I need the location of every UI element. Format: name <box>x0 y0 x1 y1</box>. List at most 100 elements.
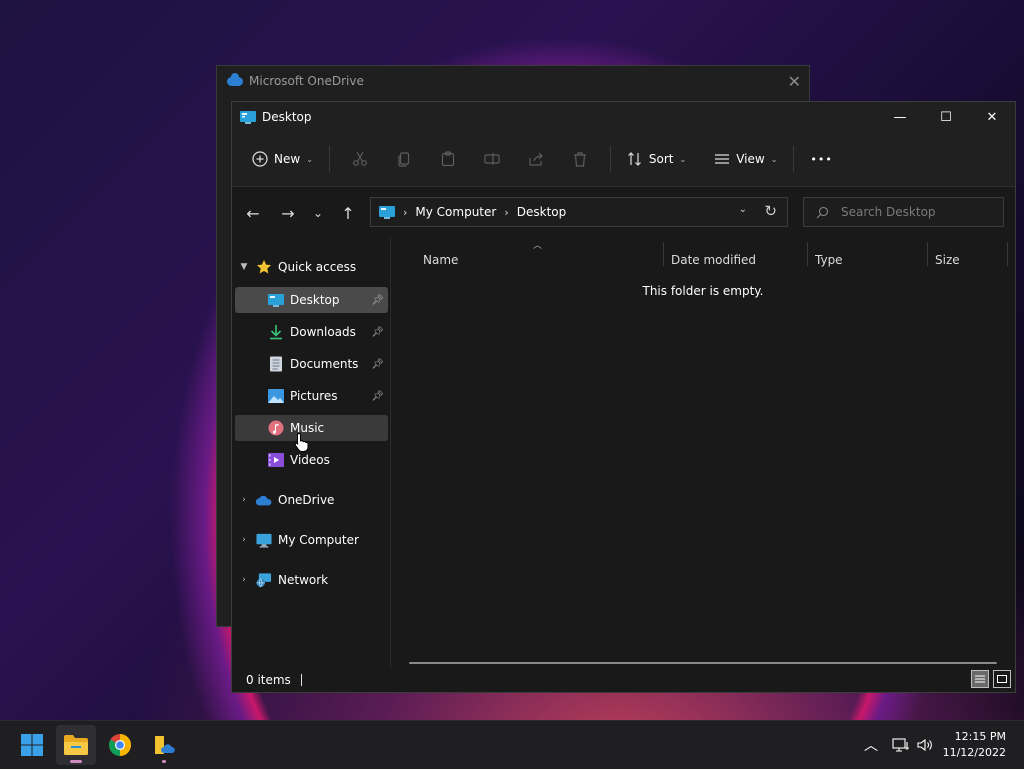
item-count: 0 items <box>246 673 291 687</box>
show-hidden-icons-button[interactable]: ︿ <box>864 721 878 769</box>
paste-icon[interactable] <box>433 143 463 175</box>
chevron-right-icon[interactable]: › <box>232 575 256 585</box>
chevron-right-icon[interactable]: › <box>232 495 256 505</box>
pin-icon[interactable]: 📌︎ <box>371 327 384 338</box>
share-icon[interactable] <box>521 143 551 175</box>
sidebar-item-label: Documents <box>290 357 359 371</box>
taskbar-onedrive-folder[interactable] <box>144 725 184 765</box>
copy-icon[interactable] <box>389 143 419 175</box>
window-titlebar: Desktop — ☐ ✕ <box>232 102 1015 132</box>
sidebar-item-label: Pictures <box>290 389 338 403</box>
sidebar-item-onedrive[interactable]: › OneDrive <box>232 487 388 513</box>
sidebar-item-pictures[interactable]: Pictures 📌︎ <box>235 383 388 409</box>
toolbar-divider <box>609 146 611 172</box>
network-status-button[interactable] <box>892 721 910 769</box>
up-button[interactable]: ↑ <box>333 198 363 228</box>
desktop-folder-icon <box>379 205 395 219</box>
sidebar-item-my-computer[interactable]: › My Computer <box>232 527 388 553</box>
file-explorer-window: Desktop — ☐ ✕ New ⌄ Sort ⌄ View ⌄ ••• ← … <box>231 101 1016 693</box>
horizontal-scrollbar[interactable] <box>409 662 997 664</box>
chevron-right-icon[interactable]: › <box>232 535 256 545</box>
chevron-down-icon[interactable]: ▼ <box>232 262 256 272</box>
star-icon <box>256 259 272 275</box>
address-dropdown-icon[interactable]: ⌄ <box>739 204 747 215</box>
new-button-label: New <box>274 152 301 166</box>
sidebar-item-desktop[interactable]: Desktop 📌︎ <box>235 287 388 313</box>
address-bar[interactable]: › My Computer › Desktop ⌄ ↻ <box>370 197 788 227</box>
large-icons-view-icon[interactable] <box>993 670 1011 688</box>
onedrive-close-button[interactable]: ✕ <box>788 72 801 91</box>
sidebar-item-label: My Computer <box>278 533 359 547</box>
videos-icon <box>268 452 284 468</box>
status-divider <box>300 674 302 686</box>
chrome-icon <box>109 734 131 756</box>
column-header-type[interactable]: Type <box>807 248 927 272</box>
start-button[interactable] <box>12 725 52 765</box>
pin-icon[interactable]: 📌︎ <box>371 359 384 370</box>
window-controls: — ☐ ✕ <box>877 102 1015 132</box>
desktop-folder-icon <box>240 110 256 124</box>
delete-icon[interactable] <box>565 143 595 175</box>
pin-icon[interactable]: 📌︎ <box>371 391 384 402</box>
taskbar-clock[interactable]: 12:15 PM 11/12/2022 <box>943 729 1006 761</box>
view-lines-icon <box>715 154 730 164</box>
close-button[interactable]: ✕ <box>969 102 1015 132</box>
running-app-indicator <box>162 760 166 763</box>
pictures-icon <box>268 388 284 404</box>
sort-button[interactable]: Sort ⌄ <box>619 143 694 175</box>
onedrive-icon <box>256 492 272 508</box>
recent-locations-button[interactable]: ⌄ <box>303 198 333 228</box>
rename-icon[interactable] <box>477 143 507 175</box>
taskbar-file-explorer[interactable] <box>56 725 96 765</box>
navigation-pane[interactable]: ▼ Quick access Desktop 📌︎ Downloads 📌︎ D… <box>232 238 391 668</box>
window-title: Desktop <box>262 110 312 124</box>
forward-button[interactable]: → <box>273 198 303 228</box>
command-bar: New ⌄ Sort ⌄ View ⌄ ••• <box>232 132 1015 187</box>
clock-date: 11/12/2022 <box>942 746 1006 759</box>
back-button[interactable]: ← <box>238 198 268 228</box>
chevron-down-icon: ⌄ <box>770 154 778 164</box>
sidebar-item-downloads[interactable]: Downloads 📌︎ <box>235 319 388 345</box>
breadcrumb-desktop[interactable]: Desktop <box>517 205 567 219</box>
column-divider[interactable] <box>1007 242 1008 266</box>
sidebar-item-label: Desktop <box>290 293 340 307</box>
taskbar: ︿ 12:15 PM 11/12/2022 <box>0 720 1024 769</box>
column-header-date-modified[interactable]: Date modified <box>663 248 807 272</box>
sidebar-item-label: Network <box>278 573 329 587</box>
search-box[interactable] <box>803 197 1004 227</box>
sidebar-item-music[interactable]: Music <box>235 415 388 441</box>
layout-switcher <box>971 670 1011 688</box>
breadcrumb-my-computer[interactable]: My Computer <box>415 205 496 219</box>
refresh-icon[interactable]: ↻ <box>764 202 777 220</box>
documents-icon <box>268 356 284 372</box>
sidebar-item-label: Quick access <box>278 260 357 274</box>
sidebar-item-label: OneDrive <box>278 493 335 507</box>
file-list-pane[interactable]: ︿ Name Date modified Type Size This fold… <box>391 238 1015 668</box>
minimize-button[interactable]: — <box>877 102 923 132</box>
volume-icon <box>917 738 932 752</box>
sidebar-item-quick-access[interactable]: ▼ Quick access <box>232 254 388 280</box>
cut-icon[interactable] <box>345 143 375 175</box>
column-header-name[interactable]: Name <box>415 248 663 272</box>
search-input[interactable] <box>839 204 993 220</box>
hand-cursor-icon <box>294 432 310 457</box>
onedrive-folder-icon <box>155 736 175 754</box>
chevron-down-icon: ⌄ <box>679 154 687 164</box>
column-header-size[interactable]: Size <box>927 248 1007 272</box>
sidebar-item-documents[interactable]: Documents 📌︎ <box>235 351 388 377</box>
sidebar-item-network[interactable]: › Network <box>232 567 388 593</box>
maximize-button[interactable]: ☐ <box>923 102 969 132</box>
downloads-icon <box>268 324 284 340</box>
start-icon <box>21 734 43 756</box>
more-options-button[interactable]: ••• <box>802 143 840 175</box>
chevron-up-icon: ︿ <box>864 738 878 754</box>
view-button[interactable]: View ⌄ <box>706 143 785 175</box>
sort-button-label: Sort <box>648 152 674 166</box>
volume-button[interactable] <box>916 721 934 769</box>
network-status-icon <box>892 738 909 752</box>
sidebar-item-videos[interactable]: Videos <box>235 447 388 473</box>
taskbar-chrome[interactable] <box>100 725 140 765</box>
details-view-icon[interactable] <box>971 670 989 688</box>
new-button[interactable]: New ⌄ <box>244 143 321 175</box>
pin-icon[interactable]: 📌︎ <box>371 295 384 306</box>
